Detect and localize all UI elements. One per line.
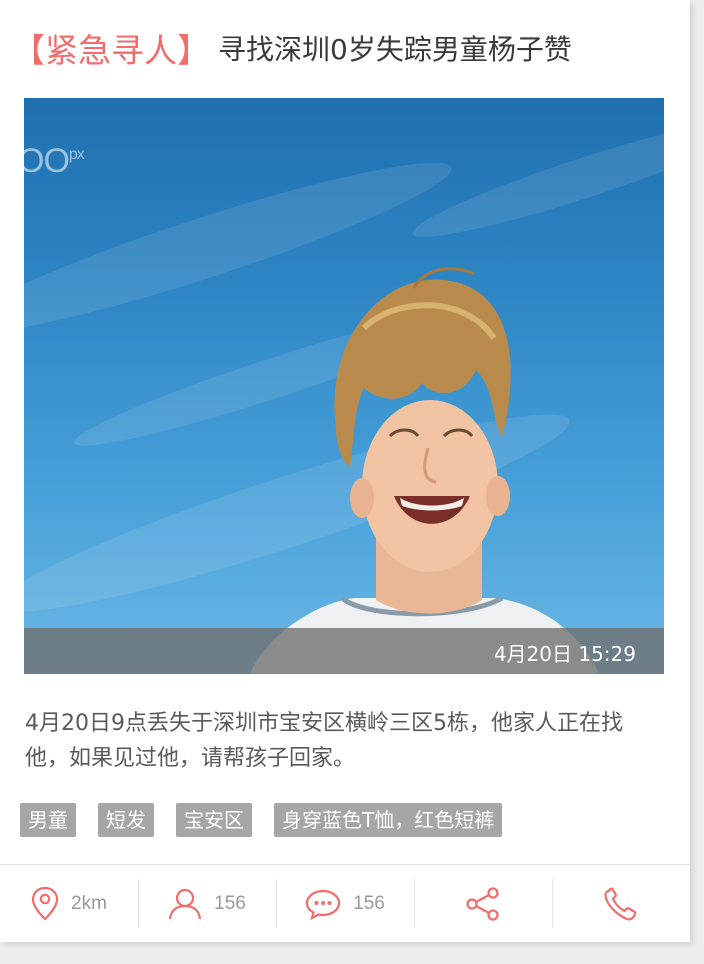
tag-gender[interactable]: 男童 <box>20 803 76 837</box>
urgent-tag: 【紧急寻人】 <box>12 31 210 70</box>
share-icon <box>466 886 499 921</box>
tag-district[interactable]: 宝安区 <box>176 803 252 837</box>
right-ear <box>486 476 510 516</box>
photo-timestamp: 4月20日 15:29 <box>493 642 636 666</box>
user-icon <box>169 888 202 919</box>
child-photo[interactable]: OOpx 4月20日 15:29 <box>24 98 664 674</box>
distance-label: 2km <box>71 892 107 914</box>
tag-hair[interactable]: 短发 <box>98 803 154 837</box>
location-pin-icon <box>31 886 59 920</box>
left-ear <box>350 478 374 518</box>
card-title: 【紧急寻人】 寻找深圳0岁失踪男童杨子赞 <box>12 22 572 74</box>
tag-list: 男童 短发 宝安区 身穿蓝色T恤，红色短裤 <box>20 803 503 837</box>
post-title[interactable]: 寻找深圳0岁失踪男童杨子赞 <box>218 28 572 68</box>
photo-caption-bar: 4月20日 15:29 <box>24 628 664 674</box>
boy-illustration <box>250 267 599 674</box>
followers-count: 156 <box>214 892 246 914</box>
tag-clothing[interactable]: 身穿蓝色T恤，红色短裤 <box>274 803 503 837</box>
face-shape <box>362 400 498 572</box>
distance-button[interactable]: 2km <box>0 865 138 942</box>
call-button[interactable] <box>552 865 690 942</box>
missing-person-card: 【紧急寻人】 寻找深圳0岁失踪男童杨子赞 OOpx 4月20日 15:29 4月… <box>0 0 690 942</box>
followers-button[interactable]: 156 <box>138 865 276 942</box>
phone-icon <box>604 887 637 920</box>
comments-button[interactable]: 156 <box>276 865 414 942</box>
comment-bubble-icon <box>306 889 341 920</box>
case-description: 4月20日9点丢失于深圳市宝安区横岭三区5栋，他家人正在找他，如果见过他，请帮孩… <box>25 711 623 771</box>
comments-count: 156 <box>353 892 385 914</box>
share-button[interactable] <box>414 865 552 942</box>
action-bar: 2km 156 156 <box>0 865 690 942</box>
